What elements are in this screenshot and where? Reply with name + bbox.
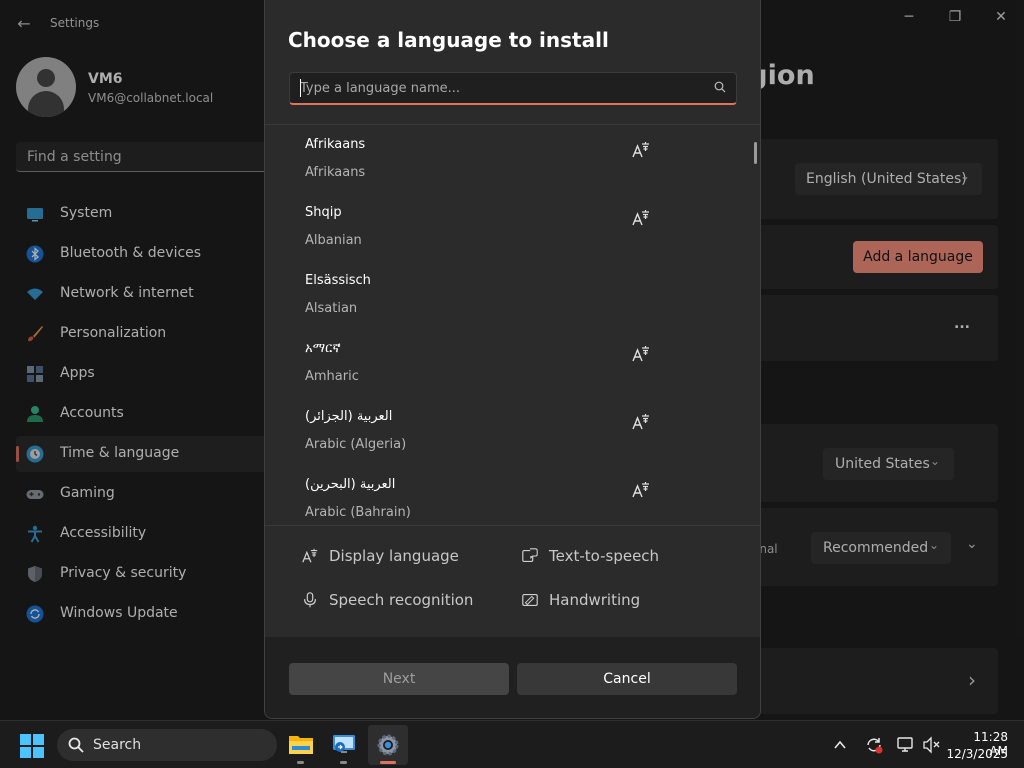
running-indicator [340,761,347,764]
language-item-albanian[interactable]: Shqip Albanian [265,194,745,262]
taskbar-search[interactable]: Search [57,729,277,761]
file-explorer-icon [289,736,313,754]
display-language-icon [632,346,649,362]
language-list-scrollbar[interactable] [754,142,757,164]
volume-muted-icon[interactable] [922,736,942,754]
language-english-name: Amharic [305,369,359,384]
taskbar-app-file-explorer[interactable] [281,725,321,765]
taskbar: Search 11:28 AM 12/3/2025 [0,720,1024,768]
search-icon [68,737,84,753]
clock-date[interactable]: 12/3/2025 [944,747,1008,761]
taskbar-search-label: Search [93,737,142,753]
show-hidden-icons-chevron-icon[interactable] [832,737,848,753]
language-item-arabic-algeria[interactable]: العربية (الجزائر) Arabic (Algeria) [265,398,745,466]
language-item-alsatian[interactable]: Elsässisch Alsatian [265,262,745,330]
start-windows-icon[interactable] [20,734,44,758]
language-item-amharic[interactable]: አማርኛ Amharic [265,330,745,398]
legend-label: Display language [329,547,459,565]
feature-legend: Display language Text-to-speech Speech r… [265,526,760,636]
language-item-afrikaans[interactable]: Afrikaans Afrikaans [265,126,745,194]
display-language-icon [632,414,649,430]
dialog-footer: Next Cancel [265,637,760,718]
language-english-name: Arabic (Bahrain) [305,505,411,520]
dialog-title: Choose a language to install [288,28,609,52]
legend-handwriting: Handwriting [521,590,721,612]
legend-text-to-speech: Text-to-speech [521,546,721,568]
choose-language-dialog: Choose a language to install Afrikaans A… [264,0,761,719]
divider [265,124,760,125]
text-to-speech-icon [522,548,538,562]
remote-desktop-icon [333,735,355,753]
taskbar-app-remote-desktop[interactable] [324,725,364,765]
language-list: Afrikaans Afrikaans Shqip Albanian Elsäs… [265,126,760,526]
display-language-icon [632,210,649,226]
language-native-name: العربية (البحرين) [305,477,396,492]
running-indicator [297,761,304,764]
language-native-name: አማርኛ [305,341,341,356]
legend-display-language: Display language [301,546,501,568]
active-app-indicator [380,761,396,764]
legend-speech-recognition: Speech recognition [301,590,501,612]
language-english-name: Afrikaans [305,165,366,180]
language-native-name: Shqip [305,205,342,220]
taskbar-app-settings[interactable] [368,725,408,765]
network-display-icon[interactable] [896,736,916,754]
microphone-icon [304,592,316,608]
language-search-input[interactable] [300,79,700,97]
legend-label: Handwriting [549,591,641,609]
search-icon [714,81,726,93]
legend-label: Speech recognition [329,591,474,609]
text-caret [300,79,301,97]
display-language-icon [632,482,649,498]
language-english-name: Albanian [305,233,362,248]
language-item-arabic-bahrain[interactable]: العربية (البحرين) Arabic (Bahrain) [265,466,745,526]
language-native-name: Afrikaans [305,137,366,152]
language-native-name: العربية (الجزائر) [305,409,393,424]
cancel-button[interactable]: Cancel [517,663,737,695]
handwriting-icon [522,594,538,606]
language-search-field[interactable] [289,72,737,105]
display-language-icon [632,142,649,158]
next-button[interactable]: Next [289,663,509,695]
language-native-name: Elsässisch [305,273,371,288]
language-english-name: Alsatian [305,301,358,316]
legend-label: Text-to-speech [549,547,660,565]
display-language-icon [302,548,318,563]
sync-status-icon[interactable] [864,735,884,755]
settings-gear-icon [377,734,399,756]
language-english-name: Arabic (Algeria) [305,437,407,452]
